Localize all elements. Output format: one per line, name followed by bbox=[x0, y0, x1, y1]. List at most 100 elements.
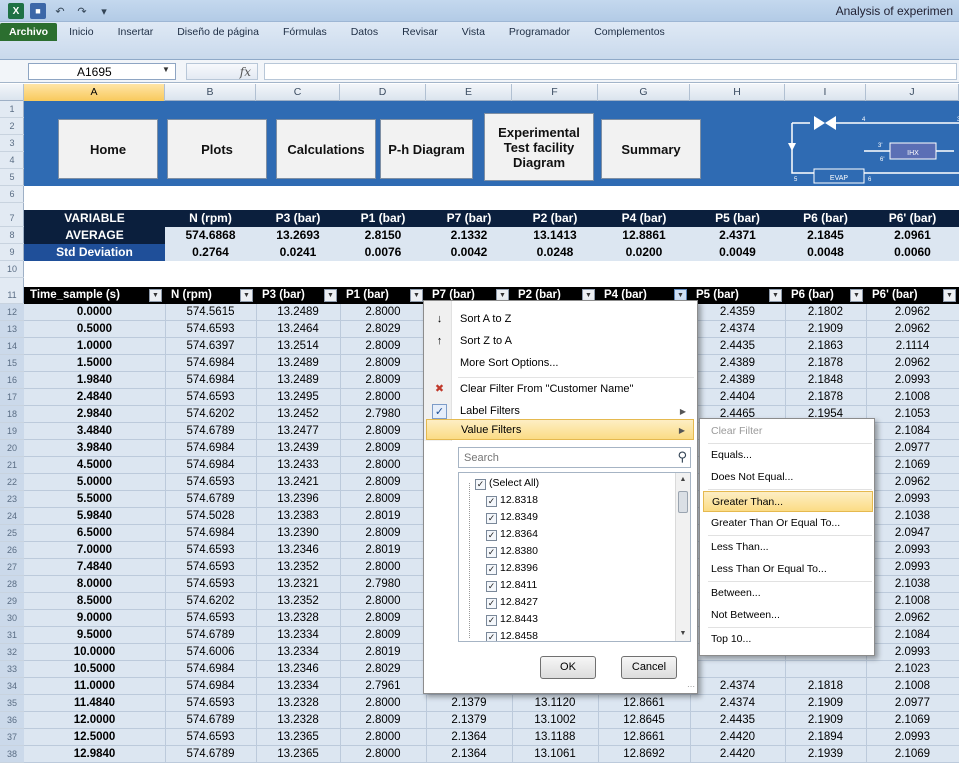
list-item[interactable]: ✓ 12.8349 bbox=[486, 509, 538, 526]
more-sort-options-item[interactable]: More Sort Options... bbox=[426, 353, 694, 374]
table-cell[interactable]: 2.1008 bbox=[866, 678, 959, 695]
table-cell[interactable]: 9.5000 bbox=[24, 627, 165, 644]
table-cell[interactable]: 2.1069 bbox=[866, 712, 959, 729]
table-cell[interactable]: 13.2489 bbox=[256, 372, 340, 389]
table-cell[interactable]: 8.0000 bbox=[24, 576, 165, 593]
column-header[interactable]: F bbox=[512, 84, 598, 101]
equals-item[interactable]: Equals... bbox=[703, 445, 873, 466]
table-cell[interactable]: 13.1188 bbox=[512, 729, 598, 746]
table-cell[interactable]: 574.6984 bbox=[165, 440, 256, 457]
row-header[interactable]: 33 bbox=[0, 661, 24, 678]
sort-z-to-a-item[interactable]: ↑ Sort Z to A bbox=[426, 331, 694, 352]
table-cell[interactable]: 574.6593 bbox=[165, 729, 256, 746]
table-cell[interactable]: 9.0000 bbox=[24, 610, 165, 627]
table-cell[interactable]: 574.6789 bbox=[165, 712, 256, 729]
table-cell[interactable]: 2.4389 bbox=[690, 355, 785, 372]
column-header[interactable]: J bbox=[866, 84, 959, 101]
table-cell[interactable]: 2.1878 bbox=[785, 355, 866, 372]
tab-revisar[interactable]: Revisar bbox=[390, 23, 450, 41]
row-header[interactable]: 26 bbox=[0, 542, 24, 559]
table-cell[interactable]: 2.4435 bbox=[690, 338, 785, 355]
table-cell[interactable]: 0.0000 bbox=[24, 304, 165, 321]
table-cell[interactable]: 13.2383 bbox=[256, 508, 340, 525]
clear-filter-submenu-item[interactable]: Clear Filter bbox=[703, 421, 873, 442]
table-cell[interactable]: 13.2328 bbox=[256, 712, 340, 729]
table-cell[interactable]: 574.6593 bbox=[165, 474, 256, 491]
list-item[interactable]: ✓ 12.8318 bbox=[486, 492, 538, 509]
table-cell[interactable]: 2.0993 bbox=[866, 729, 959, 746]
table-cell[interactable]: 574.6593 bbox=[165, 576, 256, 593]
table-cell[interactable]: 2.0977 bbox=[866, 695, 959, 712]
table-cell[interactable]: 2.8000 bbox=[340, 695, 426, 712]
table-cell[interactable]: 11.0000 bbox=[24, 678, 165, 695]
table-cell[interactable]: 11.4840 bbox=[24, 695, 165, 712]
table-cell[interactable]: 12.8661 bbox=[598, 695, 690, 712]
filter-dropdown-icon[interactable]: ▼ bbox=[943, 289, 956, 302]
table-cell[interactable]: 7.4840 bbox=[24, 559, 165, 576]
column-header[interactable]: A bbox=[24, 84, 165, 101]
scroll-down-icon[interactable]: ▼ bbox=[676, 627, 690, 641]
filter-dropdown-icon[interactable]: ▼ bbox=[240, 289, 253, 302]
checkbox-checked-icon[interactable]: ✓ bbox=[486, 632, 497, 641]
table-cell[interactable]: 13.2321 bbox=[256, 576, 340, 593]
select-all-corner[interactable] bbox=[0, 84, 24, 101]
table-cell[interactable]: 2.1848 bbox=[785, 372, 866, 389]
tab-diseno[interactable]: Diseño de página bbox=[165, 23, 271, 41]
row-header[interactable]: 22 bbox=[0, 474, 24, 491]
filter-dropdown-icon[interactable]: ▼ bbox=[769, 289, 782, 302]
table-cell[interactable]: 4.5000 bbox=[24, 457, 165, 474]
table-cell[interactable]: 2.1909 bbox=[785, 695, 866, 712]
table-cell[interactable]: 574.6984 bbox=[165, 372, 256, 389]
table-cell[interactable]: 12.9840 bbox=[24, 746, 165, 763]
table-cell[interactable]: 2.0962 bbox=[866, 304, 959, 321]
table-cell[interactable]: 2.1894 bbox=[785, 729, 866, 746]
table-cell[interactable]: 2.0962 bbox=[866, 610, 959, 627]
table-cell[interactable]: 2.8029 bbox=[340, 321, 426, 338]
table-cell[interactable]: 2.7980 bbox=[340, 406, 426, 423]
row-header[interactable]: 36 bbox=[0, 712, 24, 729]
table-cell[interactable]: 2.8009 bbox=[340, 525, 426, 542]
table-cell[interactable]: 2.0962 bbox=[866, 474, 959, 491]
not-between-item[interactable]: Not Between... bbox=[703, 605, 873, 626]
table-cell[interactable]: 2.7980 bbox=[340, 576, 426, 593]
excel-logo-icon[interactable]: X bbox=[8, 3, 24, 19]
table-cell[interactable]: 2.0947 bbox=[866, 525, 959, 542]
filter-dropdown-icon[interactable]: ▼ bbox=[324, 289, 337, 302]
row-header[interactable]: 17 bbox=[0, 389, 24, 406]
list-item[interactable]: ✓ (Select All) bbox=[475, 475, 539, 492]
table-cell[interactable]: 7.0000 bbox=[24, 542, 165, 559]
table-cell[interactable]: 13.2495 bbox=[256, 389, 340, 406]
row-header[interactable]: 13 bbox=[0, 321, 24, 338]
row-header[interactable]: 27 bbox=[0, 559, 24, 576]
row-header[interactable]: 8 bbox=[0, 227, 24, 244]
table-cell[interactable]: 13.2334 bbox=[256, 644, 340, 661]
name-box[interactable]: A1695 bbox=[28, 63, 176, 80]
table-cell[interactable]: 12.8692 bbox=[598, 746, 690, 763]
list-item[interactable]: ✓ 12.8396 bbox=[486, 560, 538, 577]
checkbox-checked-icon[interactable]: ✓ bbox=[486, 615, 497, 626]
greater-than-or-equal-item[interactable]: Greater Than Or Equal To... bbox=[703, 513, 873, 534]
less-than-item[interactable]: Less Than... bbox=[703, 537, 873, 558]
row-header[interactable]: 3 bbox=[0, 135, 24, 152]
undo-icon[interactable]: ↶ bbox=[52, 3, 68, 19]
table-cell[interactable]: 574.6397 bbox=[165, 338, 256, 355]
row-header[interactable]: 7 bbox=[0, 210, 24, 227]
table-cell[interactable]: 574.6593 bbox=[165, 389, 256, 406]
row-header[interactable]: 20 bbox=[0, 440, 24, 457]
table-cell[interactable]: 2.1878 bbox=[785, 389, 866, 406]
tab-datos[interactable]: Datos bbox=[339, 23, 390, 41]
table-cell[interactable]: 574.6006 bbox=[165, 644, 256, 661]
table-cell[interactable]: 574.6789 bbox=[165, 746, 256, 763]
row-header[interactable]: 14 bbox=[0, 338, 24, 355]
table-cell[interactable]: 2.1084 bbox=[866, 627, 959, 644]
table-cell[interactable]: 13.2421 bbox=[256, 474, 340, 491]
column-header[interactable]: I bbox=[785, 84, 866, 101]
row-header[interactable]: 6 bbox=[0, 186, 24, 203]
table-cell[interactable]: 574.6984 bbox=[165, 457, 256, 474]
table-cell[interactable]: 1.5000 bbox=[24, 355, 165, 372]
table-cell[interactable]: 2.8000 bbox=[340, 389, 426, 406]
search-box[interactable]: ⚲ bbox=[458, 447, 691, 468]
table-cell[interactable]: 13.1120 bbox=[512, 695, 598, 712]
checkbox-checked-icon[interactable]: ✓ bbox=[475, 479, 486, 490]
table-cell[interactable]: 574.6593 bbox=[165, 321, 256, 338]
